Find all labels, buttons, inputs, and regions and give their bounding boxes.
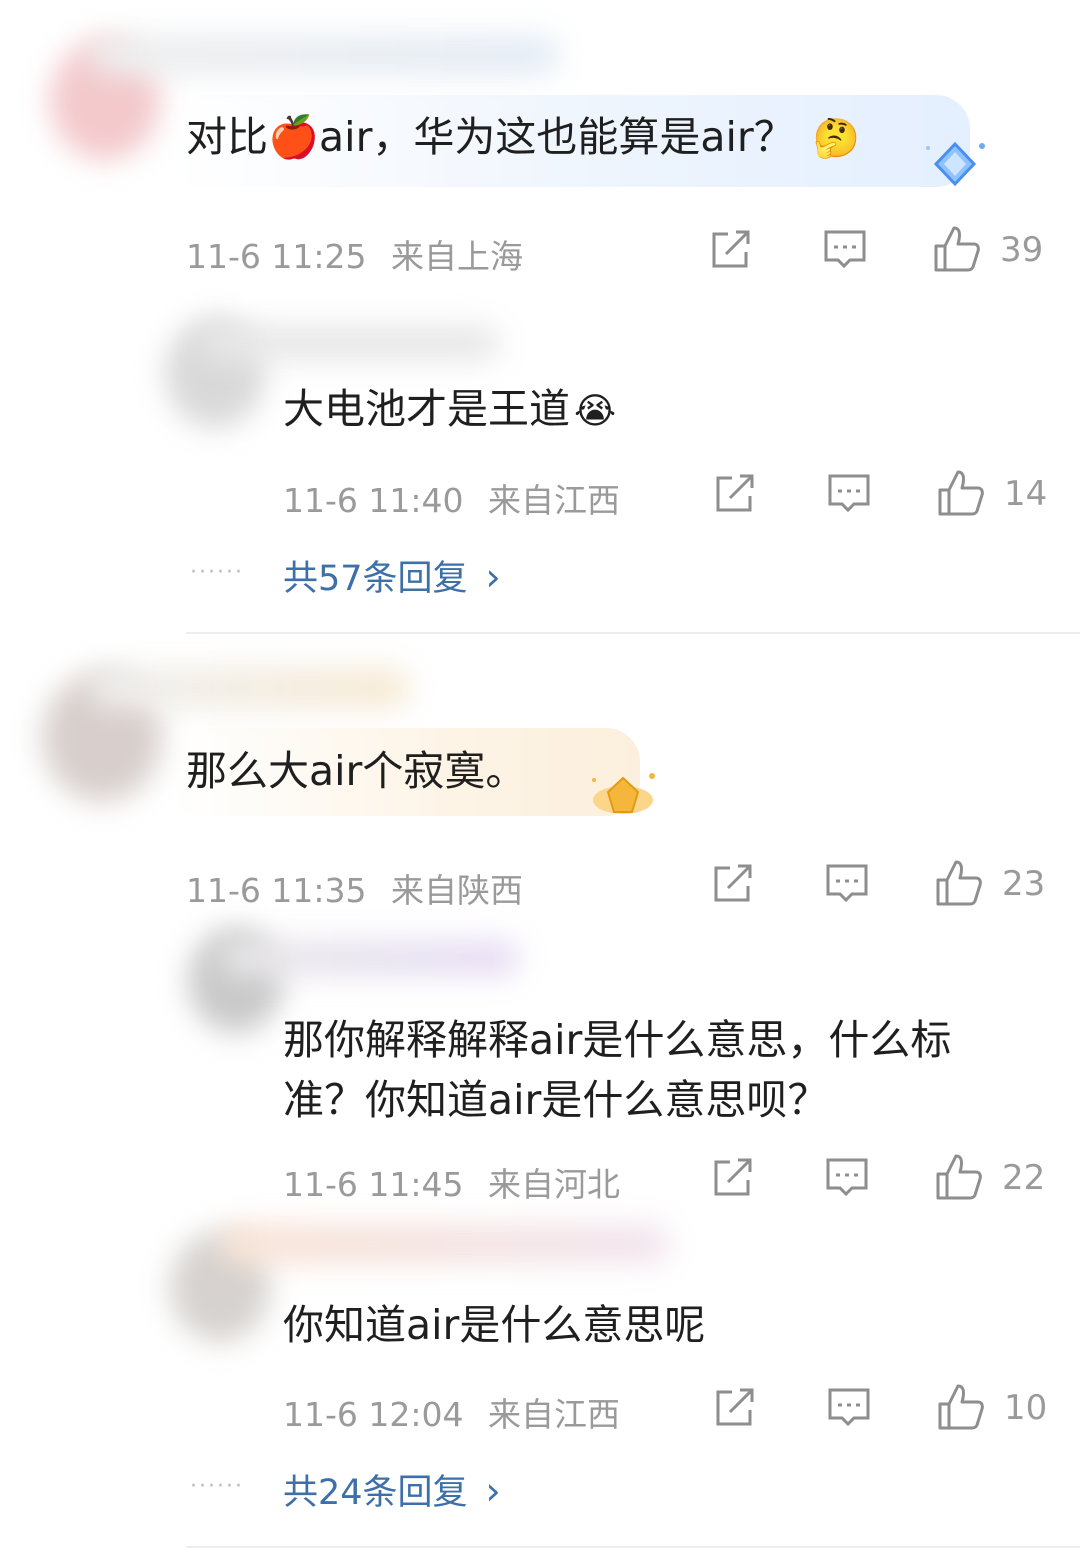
share-icon[interactable] — [712, 1386, 758, 1430]
like-count: 39 — [1000, 230, 1044, 270]
reply-location: 来自江西 — [488, 1395, 620, 1434]
thinking-emoji: 🤔 — [812, 116, 861, 160]
comment-icon[interactable] — [824, 862, 870, 906]
comment-icon[interactable] — [824, 1156, 870, 1200]
reply-time: 11-6 12:04 — [283, 1395, 464, 1434]
divider — [186, 1546, 1080, 1548]
like-icon[interactable] — [936, 468, 986, 518]
like-icon[interactable] — [936, 1382, 986, 1432]
like-count: 23 — [1002, 864, 1046, 904]
like-count: 10 — [1004, 1388, 1048, 1428]
comment-icon[interactable] — [826, 1386, 872, 1430]
username-blurred[interactable] — [200, 325, 500, 361]
like-icon[interactable] — [934, 858, 984, 908]
comment-time: 11-6 11:35 — [186, 871, 367, 910]
comment-location: 来自上海 — [391, 237, 523, 276]
share-icon[interactable] — [710, 862, 756, 906]
crying-emoji: 😭 — [574, 391, 617, 432]
comment-text: 对比🍎air，华为这也能算是air？ 🤔 — [186, 113, 861, 161]
reply-text: 你知道air是什么意思呢 — [283, 1301, 706, 1349]
comment-location: 来自陕西 — [391, 871, 523, 910]
comment-icon[interactable] — [822, 228, 868, 272]
username-blurred[interactable] — [220, 940, 520, 976]
divider — [186, 632, 1080, 634]
chevron-right-icon: › — [485, 1469, 501, 1513]
share-icon[interactable] — [710, 1156, 756, 1200]
share-icon[interactable] — [708, 228, 754, 272]
reply-text: 大电池才是王道 😭 — [283, 385, 617, 433]
like-icon[interactable] — [932, 224, 982, 274]
reply-time: 11-6 11:45 — [283, 1165, 464, 1204]
comment-text: 那么大air个寂寞。 — [186, 747, 527, 795]
share-icon[interactable] — [712, 472, 758, 516]
username-blurred[interactable] — [90, 35, 560, 75]
reply-time: 11-6 11:40 — [283, 481, 464, 520]
reply-location: 来自河北 — [488, 1165, 620, 1204]
more-replies-link[interactable]: 共24条回复 › — [283, 1464, 501, 1515]
username-blurred[interactable] — [220, 1224, 670, 1264]
chevron-right-icon: › — [485, 555, 501, 599]
crown-badge-icon — [592, 773, 655, 814]
comment-time: 11-6 11:25 — [186, 237, 367, 276]
username-blurred[interactable] — [90, 668, 410, 708]
like-count: 14 — [1004, 474, 1048, 514]
reply-text: 那你解释解释air是什么意思，什么标 准？你知道air是什么意思呗？ — [283, 1016, 952, 1124]
diamond-badge-icon — [926, 141, 985, 187]
comment-icon[interactable] — [826, 472, 872, 516]
reply-location: 来自江西 — [488, 481, 620, 520]
more-replies-link[interactable]: 共57条回复 › — [283, 550, 501, 601]
like-icon[interactable] — [934, 1152, 984, 1202]
more-dots: ······ — [190, 560, 244, 585]
like-count: 22 — [1002, 1158, 1046, 1198]
more-dots: ······ — [190, 1474, 244, 1499]
